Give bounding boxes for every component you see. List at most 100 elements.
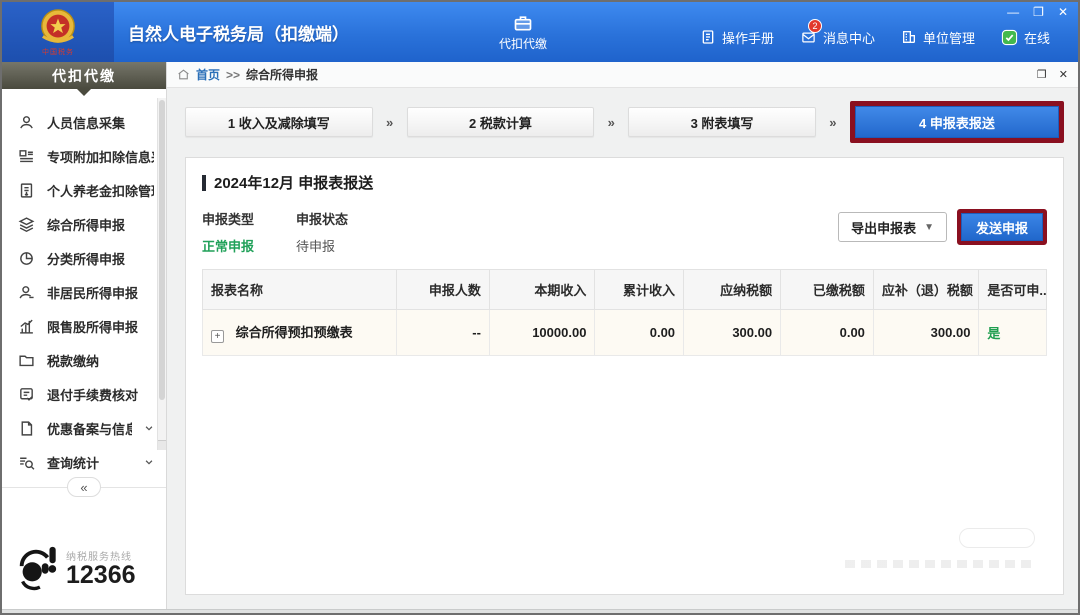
step-4-highlight-annotation: 4 申报表报送 <box>850 101 1064 143</box>
sidebar-title: 代扣代缴 <box>2 62 166 89</box>
chevron-down-icon: ▼ <box>924 222 934 233</box>
col-report-name: 报表名称 <box>203 270 397 310</box>
export-report-button[interactable]: 导出申报表 ▼ <box>838 212 947 242</box>
export-report-label: 导出申报表 <box>851 218 916 237</box>
inner-window-controls: ❐ ✕ <box>1037 68 1068 81</box>
sidebar-item-preferential-filing[interactable]: 优惠备案与信息报送 <box>2 411 166 445</box>
cell-tax-due-refund: 300.00 <box>873 310 979 356</box>
col-cumulative-income: 累计收入 <box>595 270 684 310</box>
sidebar-item-pension-deduction[interactable]: 个人养老金扣除管理 <box>2 173 166 207</box>
card-title-row: 2024年12月 申报表报送 <box>202 172 1047 193</box>
window-bottom-edge <box>2 609 1078 613</box>
pie-chart-icon <box>18 250 35 267</box>
col-tax-due-refund: 应补（退）税额 <box>873 270 979 310</box>
declare-status-block: 申报状态 待申报 <box>296 209 348 255</box>
unit-management-link[interactable]: 单位管理 <box>901 28 975 47</box>
step-separator: » <box>816 115 850 130</box>
sidebar-item-tax-payment[interactable]: 税款缴纳 <box>2 343 166 377</box>
doc-check-icon <box>18 386 35 403</box>
hotline-block: 纳税服务热线 12366 <box>14 543 136 593</box>
sidebar-item-personnel-info[interactable]: 人员信息采集 <box>2 105 166 139</box>
online-status[interactable]: 在线 <box>1001 28 1050 47</box>
sidebar-item-special-deduction[interactable]: 专项附加扣除信息采集 <box>2 139 166 173</box>
sidebar-item-classified-income[interactable]: 分类所得申报 <box>2 241 166 275</box>
action-buttons: 导出申报表 ▼ 发送申报 <box>838 209 1047 245</box>
sidebar-scrollbar[interactable] <box>157 98 166 450</box>
message-badge: 2 <box>808 19 822 33</box>
sidebar-item-label: 综合所得申报 <box>47 215 125 234</box>
online-icon <box>1001 29 1018 46</box>
col-declarant-count: 申报人数 <box>397 270 490 310</box>
form-icon <box>18 148 35 165</box>
declare-type-label: 申报类型 <box>202 209 254 228</box>
sidebar-item-nonresident-income[interactable]: 非居民所得申报 <box>2 275 166 309</box>
chevron-down-icon <box>144 455 154 470</box>
hotline-headset-icon <box>14 543 60 593</box>
breadcrumb-separator: >> <box>226 68 240 82</box>
col-tax-payable: 应纳税额 <box>684 270 781 310</box>
close-button[interactable]: ✕ <box>1058 6 1068 18</box>
sidebar-item-refund-check[interactable]: 退付手续费核对 <box>2 377 166 411</box>
declare-status-label: 申报状态 <box>296 209 348 228</box>
step-3-attached-tables[interactable]: 3 附表填写 <box>628 107 816 137</box>
col-tax-paid: 已缴税额 <box>781 270 874 310</box>
national-emblem-icon <box>39 8 77 46</box>
layers-icon <box>18 216 35 233</box>
manual-link[interactable]: 操作手册 <box>700 28 774 47</box>
declaration-table: 报表名称 申报人数 本期收入 累计收入 应纳税额 已缴税额 应补（退）税额 是否… <box>202 269 1047 356</box>
header-links: 操作手册 2 消息中心 单位管理 在线 <box>700 28 1078 47</box>
watermark <box>845 528 1035 568</box>
cell-current-income: 10000.00 <box>489 310 595 356</box>
unit-label: 单位管理 <box>923 28 975 47</box>
step-4-submit[interactable]: 4 申报表报送 <box>855 106 1059 138</box>
cell-cumulative-income: 0.00 <box>595 310 684 356</box>
header-tab-label: 代扣代缴 <box>499 35 547 52</box>
report-name-text: 综合所得预扣预缴表 <box>236 325 353 340</box>
sidebar-item-label: 非居民所得申报 <box>47 283 138 302</box>
sidebar-item-label: 专项附加扣除信息采集 <box>47 147 154 166</box>
sidebar-item-query-statistics[interactable]: 查询统计 <box>2 445 166 479</box>
declare-type-block: 申报类型 正常申报 <box>202 209 254 255</box>
sidebar-item-restricted-stock[interactable]: 限售股所得申报 <box>2 309 166 343</box>
declare-type-value: 正常申报 <box>202 236 254 255</box>
sidebar-item-comprehensive-income[interactable]: 综合所得申报 <box>2 207 166 241</box>
message-center-link[interactable]: 2 消息中心 <box>800 28 875 47</box>
sidebar-item-label: 人员信息采集 <box>47 113 125 132</box>
sidebar-item-label: 个人养老金扣除管理 <box>47 181 154 200</box>
breadcrumb-home[interactable]: 首页 <box>196 66 220 83</box>
window-controls: — ❐ ✕ <box>1007 6 1068 18</box>
chevron-down-icon <box>144 421 154 436</box>
sidebar-item-label: 分类所得申报 <box>47 249 125 268</box>
main-area: 首页 >> 综合所得申报 ❐ ✕ 1 收入及减除填写 » 2 税款计算 » 3 … <box>167 62 1078 609</box>
can-declare-flag: 是 <box>987 326 1000 341</box>
scrollbar-thumb[interactable] <box>159 100 165 400</box>
sidebar-menu: 人员信息采集 专项附加扣除信息采集 个人养老金扣除管理 综合所得申报 分类所得申… <box>2 89 166 479</box>
sidebar-item-label: 优惠备案与信息报送 <box>47 419 132 438</box>
inner-close-button[interactable]: ✕ <box>1059 68 1068 81</box>
breadcrumb-current: 综合所得申报 <box>246 66 318 83</box>
table-row[interactable]: + 综合所得预扣预缴表 -- 10000.00 0.00 300.00 0.00… <box>203 310 1047 356</box>
expand-row-icon[interactable]: + <box>211 330 224 343</box>
send-highlight-annotation: 发送申报 <box>957 209 1047 245</box>
file-icon <box>18 420 35 437</box>
cell-tax-payable: 300.00 <box>684 310 781 356</box>
cell-declarant-count: -- <box>397 310 490 356</box>
declaration-card: 2024年12月 申报表报送 申报类型 正常申报 申报状态 待申报 导出申报表 <box>185 157 1064 595</box>
step-1-income[interactable]: 1 收入及减除填写 <box>185 107 373 137</box>
sidebar-collapse-button[interactable]: « <box>67 477 101 497</box>
cell-tax-paid: 0.00 <box>781 310 874 356</box>
meta-row: 申报类型 正常申报 申报状态 待申报 导出申报表 ▼ 发送申报 <box>202 209 1047 255</box>
tab-daikou-daijiao[interactable]: 代扣代缴 <box>499 13 547 52</box>
breadcrumb: 首页 >> 综合所得申报 ❐ ✕ <box>167 62 1078 88</box>
app-title: 自然人电子税务局（扣缴端） <box>128 20 349 45</box>
scrollbar-down-button[interactable] <box>158 440 166 450</box>
inner-restore-button[interactable]: ❐ <box>1037 68 1047 81</box>
step-separator: » <box>594 115 628 130</box>
maximize-button[interactable]: ❐ <box>1033 6 1044 18</box>
page-title: 2024年12月 申报表报送 <box>214 172 373 193</box>
send-declaration-button[interactable]: 发送申报 <box>961 213 1043 241</box>
sidebar-collapse-bar: « <box>2 487 166 497</box>
home-icon <box>177 68 190 81</box>
minimize-button[interactable]: — <box>1007 6 1019 18</box>
step-2-tax-calc[interactable]: 2 税款计算 <box>407 107 595 137</box>
